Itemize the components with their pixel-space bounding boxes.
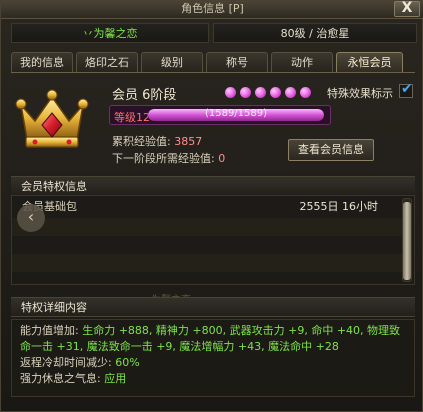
accumulated-exp-value: 3857 <box>174 135 203 148</box>
scrollbar-thumb[interactable] <box>403 202 411 280</box>
accumulated-exp: 累积经验值: 3857 <box>112 133 202 149</box>
stage-dot-icon <box>270 87 281 98</box>
detail-line-cooldown: 返程冷却时间减少: 60% <box>20 355 406 371</box>
stage-dot-icon <box>240 87 251 98</box>
tab-brand-stone[interactable]: 烙印之石 <box>76 52 138 73</box>
next-stage-exp: 下一阶段所需经验值: 0 <box>112 150 225 166</box>
privilege-header: 会员特权信息 <box>11 176 415 196</box>
window-title: 角色信息 [P] <box>181 2 244 15</box>
character-name: 丷为馨之恋 <box>11 23 209 43</box>
special-effect-label: 特殊效果标示 <box>327 87 393 100</box>
vip-level-bar: 等级12 (1589/1589) <box>109 105 331 125</box>
stage-dot-icon <box>300 87 311 98</box>
crown-icon <box>15 89 89 148</box>
chevron-left-icon[interactable]: ‹ <box>17 204 45 232</box>
privilege-details: 能力值增加: 生命力 +888, 精神力 +800, 武器攻击力 +9, 命中 … <box>11 319 415 397</box>
stage-dot-icon <box>225 87 236 98</box>
accumulated-exp-label: 累积经验值: <box>112 135 171 148</box>
character-level-class: 80级 / 治愈星 <box>213 23 417 43</box>
title-bar[interactable]: 角色信息 [P] X <box>1 1 423 19</box>
stage-dot-icon <box>285 87 296 98</box>
tab-action[interactable]: 动作 <box>271 52 333 73</box>
next-stage-exp-value: 0 <box>218 152 226 165</box>
detail-line-rest: 强力休息之气息: 应用 <box>20 371 406 387</box>
tab-rank[interactable]: 级别 <box>141 52 203 73</box>
detail-line-stats: 能力值增加: 生命力 +888, 精神力 +800, 武器攻击力 +9, 命中 … <box>20 323 406 355</box>
close-button[interactable]: X <box>394 1 420 17</box>
list-stripe <box>12 254 402 272</box>
list-item[interactable]: 会员基础包 2555日 16小时 <box>12 198 402 216</box>
next-stage-exp-label: 下一阶段所需经验值: <box>112 152 215 165</box>
detail-rest-value: 应用 <box>104 372 127 385</box>
character-info-window: 角色信息 [P] X 丷为馨之恋 80级 / 治愈星 我的信息 烙印之石 级别 … <box>0 0 423 412</box>
special-effect-checkbox[interactable]: ✔ <box>399 81 413 98</box>
detail-header: 特权详细内容 <box>11 297 415 317</box>
stage-dot-icon <box>255 87 266 98</box>
tab-divider <box>11 72 415 73</box>
list-stripe <box>12 218 402 236</box>
detail-rest-label: 强力休息之气息: <box>20 372 101 385</box>
tab-my-info[interactable]: 我的信息 <box>11 52 73 73</box>
view-vip-info-button[interactable]: 查看会员信息 <box>288 139 374 161</box>
detail-stats-label: 能力值增加: <box>20 324 79 337</box>
privilege-time: 2555日 16小时 <box>299 200 379 213</box>
tab-title[interactable]: 称号 <box>206 52 268 73</box>
detail-cooldown-label: 返程冷却时间减少: <box>20 356 112 369</box>
vip-progress-text: (1589/1589) <box>204 108 268 119</box>
privilege-list: 会员基础包 2555日 16小时 <box>11 195 415 285</box>
vip-level-label: 等级12 <box>114 111 150 124</box>
detail-cooldown-value: 60% <box>115 356 140 369</box>
tab-eternal-vip[interactable]: 永恒会员 <box>336 52 403 73</box>
check-icon: ✔ <box>401 81 413 97</box>
privilege-scrollbar[interactable] <box>402 198 412 282</box>
vip-stage-title: 会员 6阶段 <box>112 88 177 103</box>
